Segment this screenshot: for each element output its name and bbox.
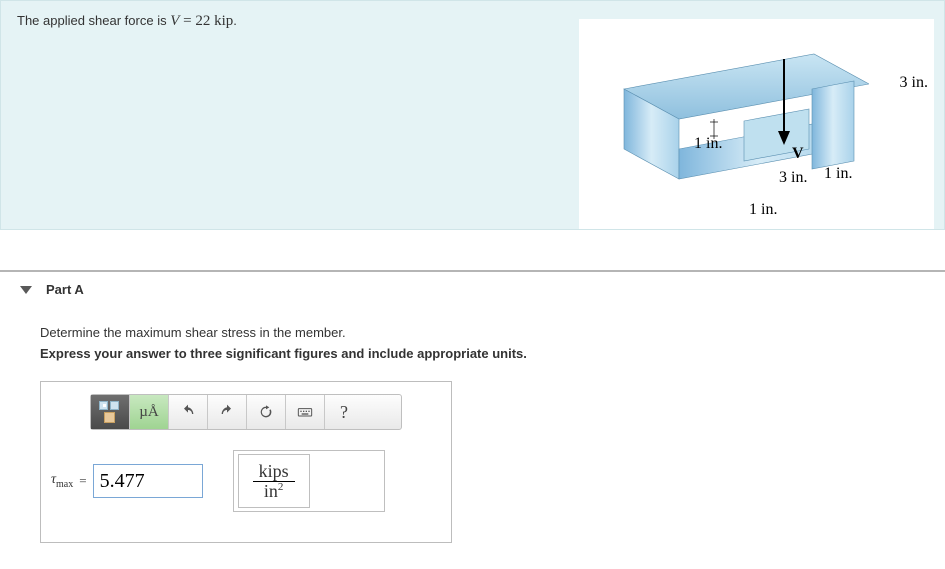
isometric-figure — [594, 49, 869, 209]
tau-symbol: τmax — [51, 472, 73, 490]
format-instruction: Express your answer to three significant… — [40, 346, 945, 361]
tau-sub: max — [56, 479, 73, 490]
problem-statement-panel: The applied shear force is V = 22 kip. — [0, 0, 945, 230]
problem-variable: V — [170, 13, 179, 29]
instruction-text: Determine the maximum shear stress in th… — [40, 325, 945, 340]
problem-prefix: The applied shear force is — [17, 13, 170, 28]
help-icon: ? — [340, 402, 348, 423]
dim-1in-bottom: 1 in. — [749, 201, 777, 219]
equals: = — [79, 473, 86, 489]
unit-box[interactable]: kips in2 — [233, 450, 385, 512]
reset-button[interactable] — [247, 395, 286, 429]
templates-icon — [99, 401, 121, 423]
unit-den-base: in — [264, 481, 278, 501]
part-a-header[interactable]: Part A — [0, 270, 945, 307]
problem-period: . — [233, 13, 237, 28]
unit-numerator: kips — [253, 462, 295, 482]
redo-icon — [219, 404, 235, 420]
reset-icon — [258, 404, 274, 420]
unit-den-exp: 2 — [278, 481, 284, 493]
answer-row: τmax = kips in2 — [51, 450, 451, 512]
undo-button[interactable] — [169, 395, 208, 429]
templates-button[interactable] — [91, 395, 130, 429]
keyboard-icon — [297, 404, 313, 420]
force-label: V — [792, 145, 804, 163]
keyboard-button[interactable] — [286, 395, 325, 429]
problem-value: 22 kip — [195, 13, 233, 29]
unit-fraction: kips in2 — [253, 462, 295, 501]
help-button[interactable]: ? — [325, 395, 363, 429]
figure-box: 3 in. 1 in. 1 in. 3 in. 1 in. V — [579, 19, 934, 229]
undo-icon — [180, 404, 196, 420]
equation-toolbar: µÅ ? — [90, 394, 402, 430]
dim-1in-left: 1 in. — [694, 135, 722, 153]
dim-3in-right: 3 in. — [900, 74, 928, 92]
collapse-triangle-icon — [20, 286, 32, 294]
value-input[interactable] — [93, 464, 203, 498]
muA-label: µÅ — [139, 404, 158, 421]
unit-denominator: in2 — [253, 482, 295, 501]
part-label: Part A — [46, 282, 84, 297]
dim-3in-bottom: 3 in. — [779, 169, 807, 187]
unit-inner: kips in2 — [238, 454, 310, 508]
dim-1in-mid: 1 in. — [824, 165, 852, 183]
units-muA-button[interactable]: µÅ — [130, 395, 169, 429]
part-a-body: Determine the maximum shear stress in th… — [0, 325, 945, 543]
redo-button[interactable] — [208, 395, 247, 429]
equals-sign: = — [179, 13, 195, 29]
answer-widget: µÅ ? τmax = — [40, 381, 452, 543]
